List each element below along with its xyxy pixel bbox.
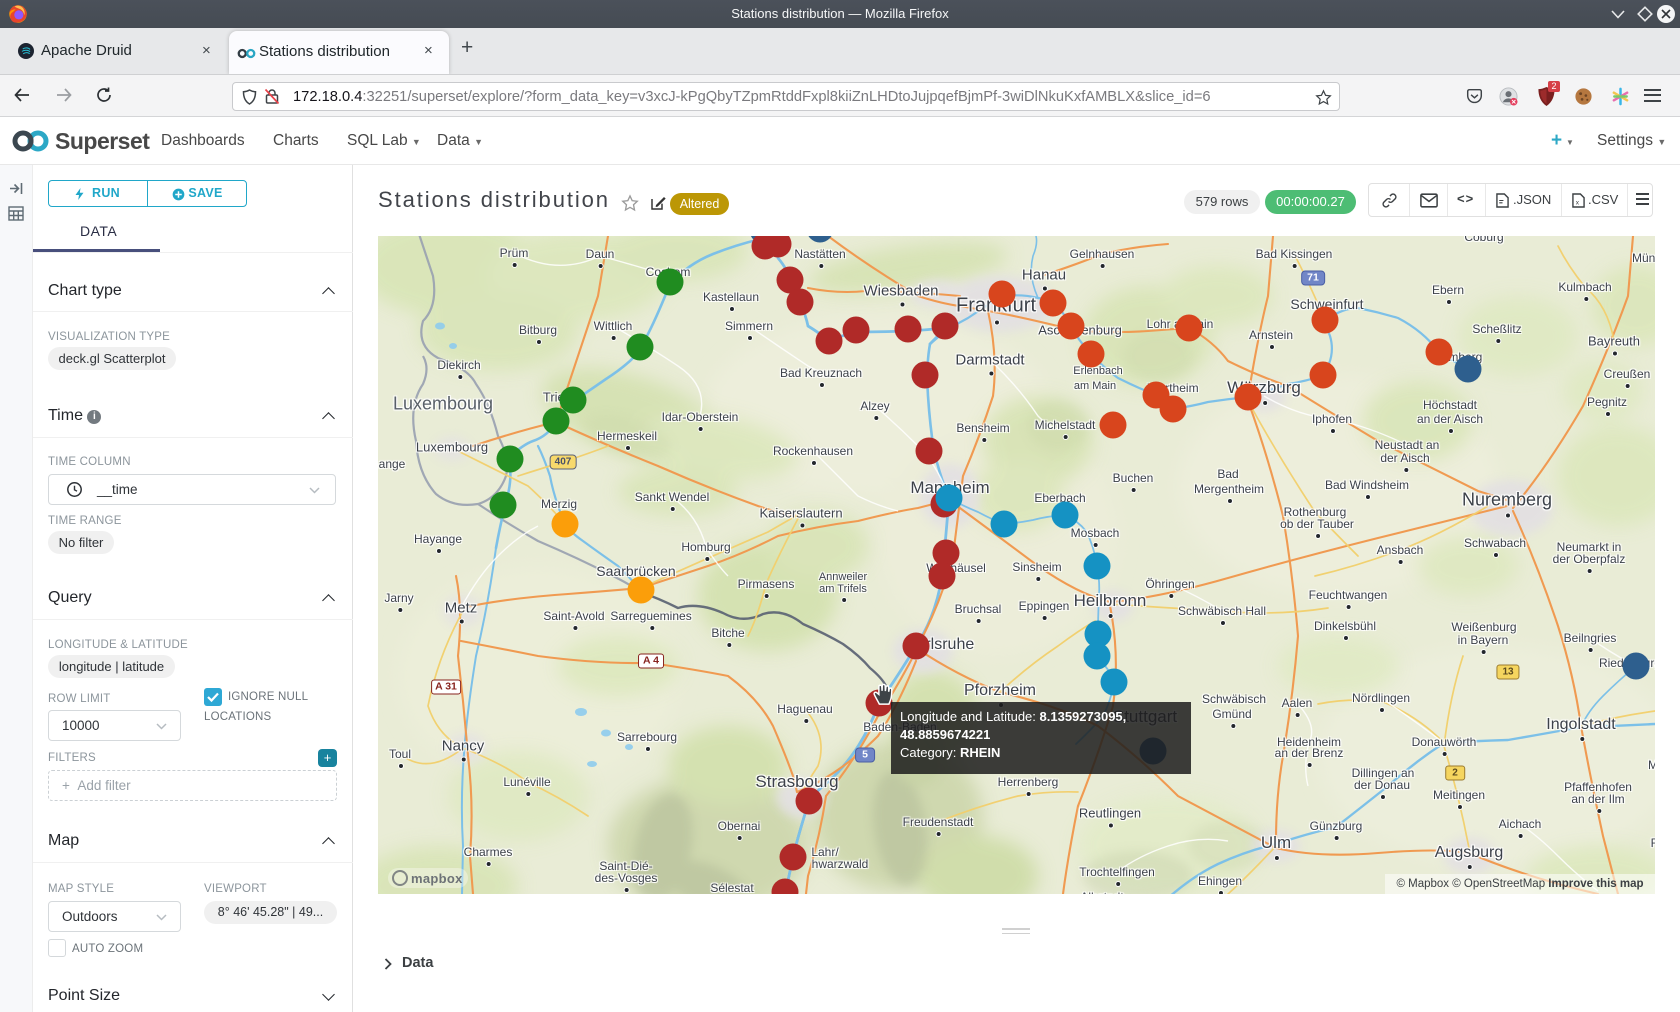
svg-text:x: x [1576, 200, 1580, 207]
